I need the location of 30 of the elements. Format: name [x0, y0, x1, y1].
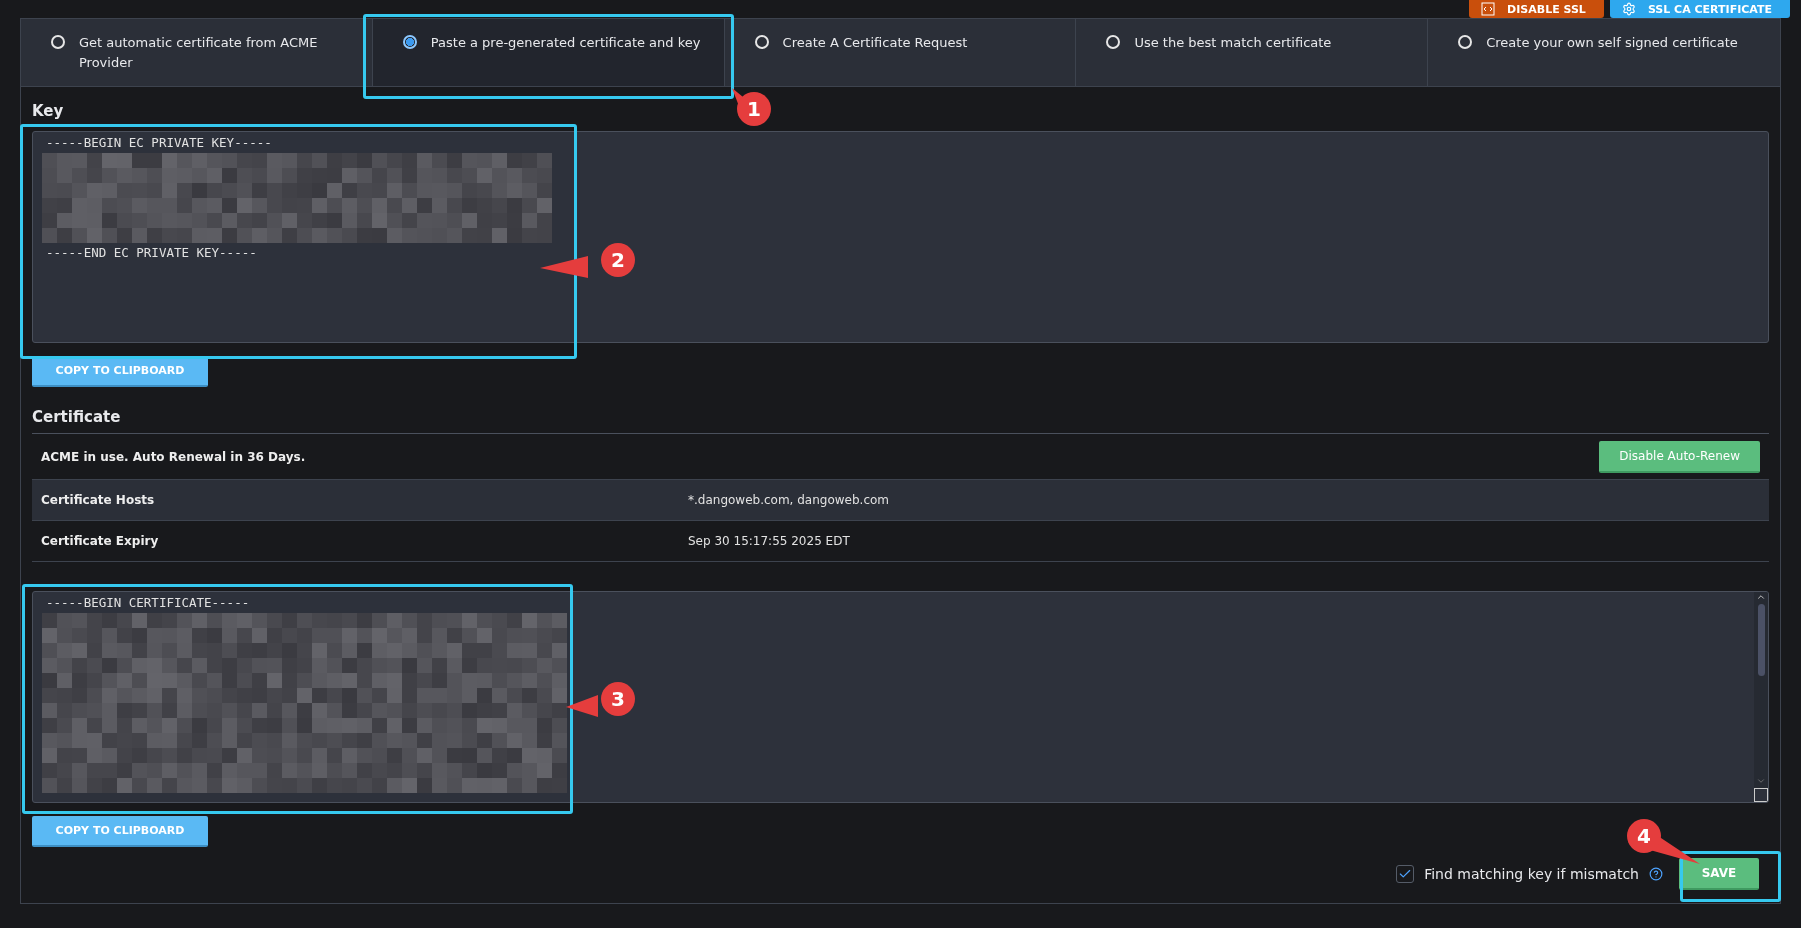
auto-renewal-status: ACME in use. Auto Renewal in 36 Days. [41, 449, 306, 464]
certificate-option-tab[interactable]: Use the best match certificate [1076, 19, 1429, 86]
checkbox[interactable] [1396, 865, 1415, 883]
disable-ssl-button[interactable]: DISABLE SSL [1469, 0, 1604, 18]
key-heading: Key [32, 101, 64, 122]
radio-button[interactable] [1458, 35, 1473, 49]
key-end-line: -----END EC PRIVATE KEY----- [46, 245, 257, 261]
resize-handle[interactable] [1754, 788, 1768, 802]
certificate-option-tab[interactable]: Get automatic certificate from ACME Provider [21, 19, 373, 86]
key-begin-line: -----BEGIN EC PRIVATE KEY----- [46, 135, 272, 151]
row-label: Certificate Hosts [41, 493, 156, 507]
check-icon [1398, 867, 1413, 881]
settings-icon [1621, 2, 1636, 16]
certificate-begin-line: -----BEGIN CERTIFICATE----- [46, 595, 250, 611]
code-file-icon [1481, 2, 1496, 16]
radio-button[interactable] [1106, 35, 1121, 49]
scrollbar-thumb[interactable] [1757, 604, 1765, 676]
checkbox-label: Find matching key if mismatch [1424, 866, 1639, 882]
radio-button[interactable] [754, 35, 769, 49]
radio-button[interactable] [402, 35, 417, 49]
radio-button[interactable] [51, 35, 65, 49]
row-value: Sep 30 15:17:55 2025 EDT [688, 534, 850, 548]
row-label: Certificate Expiry [41, 534, 160, 548]
help-icon[interactable] [1649, 867, 1663, 881]
certificate-heading: Certificate [32, 407, 121, 428]
row-value: *.dangoweb.com, dangoweb.com [688, 493, 890, 507]
scroll-up-icon[interactable] [1756, 592, 1766, 602]
certificate-option-tab[interactable]: Paste a pre-generated certificate and key [372, 19, 725, 86]
certificate-option-tab[interactable]: Create your own self signed certificate [1428, 19, 1780, 86]
certificate-option-tab[interactable]: Create A Certificate Request [724, 19, 1077, 86]
